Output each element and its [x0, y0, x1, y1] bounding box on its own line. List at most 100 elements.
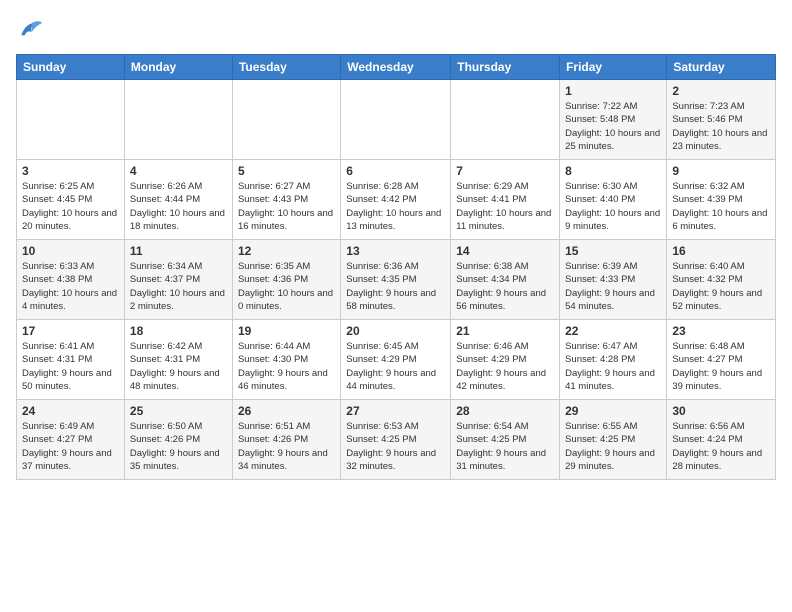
day-number: 14	[456, 244, 554, 258]
calendar-cell	[451, 80, 560, 160]
weekday-header-saturday: Saturday	[667, 55, 776, 80]
day-info: Sunrise: 6:34 AM Sunset: 4:37 PM Dayligh…	[130, 260, 227, 313]
calendar-cell: 21 Sunrise: 6:46 AM Sunset: 4:29 PM Dayli…	[451, 320, 560, 400]
weekday-header-sunday: Sunday	[17, 55, 125, 80]
calendar-cell: 29Sunrise: 6:55 AM Sunset: 4:25 PM Dayli…	[560, 400, 667, 480]
day-info: Sunrise: 6:46 AM Sunset: 4:29 PM Dayligh…	[456, 340, 554, 393]
day-number: 2	[672, 84, 770, 98]
calendar-cell: 20Sunrise: 6:45 AM Sunset: 4:29 PM Dayli…	[341, 320, 451, 400]
day-info: Sunrise: 6:53 AM Sunset: 4:25 PM Dayligh…	[346, 420, 445, 473]
day-info: Sunrise: 6:44 AM Sunset: 4:30 PM Dayligh…	[238, 340, 335, 393]
calendar-cell: 18 Sunrise: 6:42 AM Sunset: 4:31 PM Dayli…	[124, 320, 232, 400]
day-number: 21	[456, 324, 554, 338]
day-number: 7	[456, 164, 554, 178]
day-number: 1	[565, 84, 661, 98]
calendar-week-row: 24 Sunrise: 6:49 AM Sunset: 4:27 PM Dayli…	[17, 400, 776, 480]
calendar-cell: 1 Sunrise: 7:22 AM Sunset: 5:48 PM Daylig…	[560, 80, 667, 160]
day-number: 22	[565, 324, 661, 338]
calendar-cell: 7 Sunrise: 6:29 AM Sunset: 4:41 PM Daylig…	[451, 160, 560, 240]
day-number: 4	[130, 164, 227, 178]
calendar-week-row: 10Sunrise: 6:33 AM Sunset: 4:38 PM Dayli…	[17, 240, 776, 320]
calendar-cell	[232, 80, 340, 160]
calendar-cell: 11 Sunrise: 6:34 AM Sunset: 4:37 PM Dayli…	[124, 240, 232, 320]
day-info: Sunrise: 7:22 AM Sunset: 5:48 PM Dayligh…	[565, 100, 661, 153]
calendar-cell: 16 Sunrise: 6:40 AM Sunset: 4:32 PM Dayli…	[667, 240, 776, 320]
day-number: 10	[22, 244, 119, 258]
day-info: Sunrise: 6:54 AM Sunset: 4:25 PM Dayligh…	[456, 420, 554, 473]
weekday-header-tuesday: Tuesday	[232, 55, 340, 80]
day-number: 26	[238, 404, 335, 418]
calendar-cell: 17 Sunrise: 6:41 AM Sunset: 4:31 PM Dayli…	[17, 320, 125, 400]
calendar-cell: 30Sunrise: 6:56 AM Sunset: 4:24 PM Dayli…	[667, 400, 776, 480]
calendar-week-row: 3 Sunrise: 6:25 AM Sunset: 4:45 PM Daylig…	[17, 160, 776, 240]
day-number: 19	[238, 324, 335, 338]
calendar-cell: 28Sunrise: 6:54 AM Sunset: 4:25 PM Dayli…	[451, 400, 560, 480]
calendar-cell: 9Sunrise: 6:32 AM Sunset: 4:39 PM Daylig…	[667, 160, 776, 240]
weekday-header-friday: Friday	[560, 55, 667, 80]
day-number: 13	[346, 244, 445, 258]
day-number: 29	[565, 404, 661, 418]
day-info: Sunrise: 6:36 AM Sunset: 4:35 PM Dayligh…	[346, 260, 445, 313]
calendar-cell: 10Sunrise: 6:33 AM Sunset: 4:38 PM Dayli…	[17, 240, 125, 320]
day-info: Sunrise: 6:29 AM Sunset: 4:41 PM Dayligh…	[456, 180, 554, 233]
day-number: 18	[130, 324, 227, 338]
day-number: 16	[672, 244, 770, 258]
weekday-header-wednesday: Wednesday	[341, 55, 451, 80]
day-number: 12	[238, 244, 335, 258]
day-info: Sunrise: 6:25 AM Sunset: 4:45 PM Dayligh…	[22, 180, 119, 233]
calendar-cell	[341, 80, 451, 160]
logo-bird-icon	[16, 16, 44, 44]
day-number: 17	[22, 324, 119, 338]
calendar-cell: 6 Sunrise: 6:28 AM Sunset: 4:42 PM Daylig…	[341, 160, 451, 240]
day-info: Sunrise: 6:47 AM Sunset: 4:28 PM Dayligh…	[565, 340, 661, 393]
day-number: 11	[130, 244, 227, 258]
calendar-cell: 14 Sunrise: 6:38 AM Sunset: 4:34 PM Dayli…	[451, 240, 560, 320]
page-header	[16, 16, 776, 44]
weekday-header-row: SundayMondayTuesdayWednesdayThursdayFrid…	[17, 55, 776, 80]
calendar-cell: 24 Sunrise: 6:49 AM Sunset: 4:27 PM Dayli…	[17, 400, 125, 480]
day-number: 24	[22, 404, 119, 418]
day-info: Sunrise: 6:26 AM Sunset: 4:44 PM Dayligh…	[130, 180, 227, 233]
weekday-header-monday: Monday	[124, 55, 232, 80]
calendar-cell: 22 Sunrise: 6:47 AM Sunset: 4:28 PM Dayli…	[560, 320, 667, 400]
day-number: 9	[672, 164, 770, 178]
calendar-cell: 13 Sunrise: 6:36 AM Sunset: 4:35 PM Dayli…	[341, 240, 451, 320]
day-info: Sunrise: 6:35 AM Sunset: 4:36 PM Dayligh…	[238, 260, 335, 313]
calendar-cell: 23 Sunrise: 6:48 AM Sunset: 4:27 PM Dayli…	[667, 320, 776, 400]
day-number: 15	[565, 244, 661, 258]
calendar-table: SundayMondayTuesdayWednesdayThursdayFrid…	[16, 54, 776, 480]
day-info: Sunrise: 6:40 AM Sunset: 4:32 PM Dayligh…	[672, 260, 770, 313]
day-info: Sunrise: 6:28 AM Sunset: 4:42 PM Dayligh…	[346, 180, 445, 233]
day-number: 25	[130, 404, 227, 418]
day-info: Sunrise: 6:27 AM Sunset: 4:43 PM Dayligh…	[238, 180, 335, 233]
day-info: Sunrise: 6:45 AM Sunset: 4:29 PM Dayligh…	[346, 340, 445, 393]
day-info: Sunrise: 6:48 AM Sunset: 4:27 PM Dayligh…	[672, 340, 770, 393]
day-number: 8	[565, 164, 661, 178]
day-info: Sunrise: 6:49 AM Sunset: 4:27 PM Dayligh…	[22, 420, 119, 473]
calendar-cell: 12 Sunrise: 6:35 AM Sunset: 4:36 PM Dayli…	[232, 240, 340, 320]
calendar-week-row: 17 Sunrise: 6:41 AM Sunset: 4:31 PM Dayli…	[17, 320, 776, 400]
day-info: Sunrise: 6:56 AM Sunset: 4:24 PM Dayligh…	[672, 420, 770, 473]
day-info: Sunrise: 6:38 AM Sunset: 4:34 PM Dayligh…	[456, 260, 554, 313]
calendar-cell: 27 Sunrise: 6:53 AM Sunset: 4:25 PM Dayli…	[341, 400, 451, 480]
calendar-cell	[17, 80, 125, 160]
day-number: 6	[346, 164, 445, 178]
day-number: 3	[22, 164, 119, 178]
logo	[16, 16, 48, 44]
calendar-cell: 19 Sunrise: 6:44 AM Sunset: 4:30 PM Dayli…	[232, 320, 340, 400]
day-number: 27	[346, 404, 445, 418]
calendar-week-row: 1 Sunrise: 7:22 AM Sunset: 5:48 PM Daylig…	[17, 80, 776, 160]
day-info: Sunrise: 6:51 AM Sunset: 4:26 PM Dayligh…	[238, 420, 335, 473]
day-number: 23	[672, 324, 770, 338]
calendar-cell: 25 Sunrise: 6:50 AM Sunset: 4:26 PM Dayli…	[124, 400, 232, 480]
calendar-cell: 3 Sunrise: 6:25 AM Sunset: 4:45 PM Daylig…	[17, 160, 125, 240]
calendar-cell: 26 Sunrise: 6:51 AM Sunset: 4:26 PM Dayli…	[232, 400, 340, 480]
calendar-cell: 15 Sunrise: 6:39 AM Sunset: 4:33 PM Dayli…	[560, 240, 667, 320]
day-info: Sunrise: 6:50 AM Sunset: 4:26 PM Dayligh…	[130, 420, 227, 473]
day-info: Sunrise: 6:42 AM Sunset: 4:31 PM Dayligh…	[130, 340, 227, 393]
day-info: Sunrise: 6:41 AM Sunset: 4:31 PM Dayligh…	[22, 340, 119, 393]
calendar-cell: 5Sunrise: 6:27 AM Sunset: 4:43 PM Daylig…	[232, 160, 340, 240]
calendar-cell: 4 Sunrise: 6:26 AM Sunset: 4:44 PM Daylig…	[124, 160, 232, 240]
day-info: Sunrise: 6:39 AM Sunset: 4:33 PM Dayligh…	[565, 260, 661, 313]
calendar-cell: 2Sunrise: 7:23 AM Sunset: 5:46 PM Daylig…	[667, 80, 776, 160]
